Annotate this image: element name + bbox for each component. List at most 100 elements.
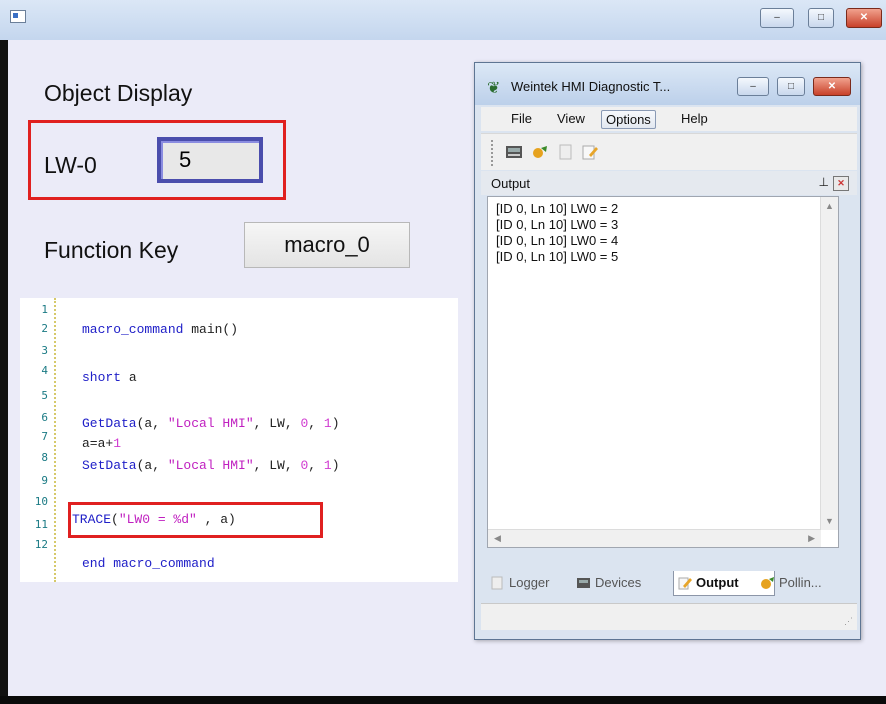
code-number: 1 — [113, 436, 122, 451]
tab-label: Devices — [595, 575, 642, 590]
code-function: GetData — [82, 416, 137, 431]
logger-icon[interactable] — [557, 144, 575, 160]
code-line-2: macro_command main() — [82, 322, 238, 337]
menu-view[interactable]: View — [553, 110, 589, 127]
menu-file[interactable]: File — [507, 110, 536, 127]
outer-window-titlebar: ‒ □ ✕ — [0, 0, 886, 41]
code-text: (a, — [136, 416, 168, 431]
devices-icon[interactable] — [505, 144, 523, 160]
diagnostic-title: Weintek HMI Diagnostic T... — [511, 79, 671, 94]
code-text: a=a+ — [82, 436, 114, 451]
code-string: "Local HMI" — [167, 458, 254, 473]
close-button[interactable]: ✕ — [846, 8, 882, 28]
menu-options[interactable]: Options — [601, 110, 656, 129]
polling-icon — [761, 577, 774, 589]
code-keyword: end macro_command — [82, 556, 215, 571]
tab-polling[interactable]: Pollin... — [757, 571, 822, 595]
resize-grip-icon[interactable]: ⋰ — [844, 616, 853, 627]
app-icon — [10, 10, 26, 23]
code-text: ) — [331, 458, 340, 473]
line-number-gutter: 1 2 3 4 5 6 7 8 9 10 11 12 — [20, 298, 56, 582]
devices-icon — [577, 578, 590, 588]
horizontal-scrollbar[interactable]: ◀ ▶ — [488, 529, 821, 547]
line-number: 12 — [34, 538, 48, 551]
code-text: main() — [183, 322, 239, 337]
line-number: 1 — [41, 303, 48, 316]
code-text: a — [121, 370, 137, 385]
code-text: , LW, — [253, 458, 301, 473]
code-line-4: short a — [82, 370, 137, 385]
scroll-down-arrow-icon[interactable]: ▼ — [825, 516, 834, 526]
code-text: , — [308, 416, 324, 431]
code-text: (a, — [136, 458, 168, 473]
line-number: 5 — [41, 389, 48, 402]
toolbar-grip[interactable] — [491, 140, 496, 166]
tab-logger[interactable]: Logger — [487, 571, 549, 595]
line-number: 7 — [41, 430, 48, 443]
diag-minimize-button[interactable]: ‒ — [737, 77, 769, 96]
menu-help[interactable]: Help — [677, 110, 712, 127]
code-number: 1 — [323, 458, 332, 473]
object-display-heading: Object Display — [44, 80, 193, 106]
menu-bar: File View Options Help — [481, 107, 857, 131]
lw-0-numeric-display[interactable]: 5 — [157, 137, 263, 183]
weintek-logo-icon: ❦ — [487, 80, 501, 97]
vertical-scrollbar[interactable]: ▲ ▼ — [820, 197, 838, 530]
output-icon — [678, 577, 692, 590]
output-line: [ID 0, Ln 10] LW0 = 3 — [496, 217, 619, 232]
diagnostic-window: ❦ Weintek HMI Diagnostic T... ‒ □ ✕ File… — [474, 62, 861, 640]
code-string: "Local HMI" — [167, 416, 254, 431]
tab-label: Logger — [509, 575, 550, 590]
code-number: 1 — [323, 416, 332, 431]
line-number: 3 — [41, 344, 48, 357]
output-line: [ID 0, Ln 10] LW0 = 5 — [496, 249, 619, 264]
diag-close-button[interactable]: ✕ — [813, 77, 851, 96]
code-text: , LW, — [253, 416, 301, 431]
line-number: 4 — [41, 364, 48, 377]
code-line-6: GetData(a, "Local HMI", LW, 0, 1) — [82, 416, 340, 431]
scroll-up-arrow-icon[interactable]: ▲ — [825, 201, 834, 211]
output-icon[interactable] — [581, 144, 599, 160]
polling-icon[interactable] — [531, 144, 549, 160]
output-panel-header: Output ⊥ ✕ — [481, 171, 857, 195]
scroll-right-arrow-icon[interactable]: ▶ — [808, 533, 815, 544]
status-bar: ⋰ — [481, 603, 857, 630]
code-text: , — [308, 458, 324, 473]
line-number: 8 — [41, 451, 48, 464]
lw-label: LW-0 — [44, 152, 97, 178]
code-line-12: end macro_command — [82, 556, 215, 571]
line-number: 2 — [41, 322, 48, 335]
logger-icon — [491, 576, 503, 590]
line-number: 6 — [41, 411, 48, 424]
code-line-7: a=a+1 — [82, 436, 121, 451]
macro-0-button[interactable]: macro_0 — [244, 222, 410, 268]
line-number: 9 — [41, 474, 48, 487]
maximize-button[interactable]: □ — [808, 8, 834, 28]
output-log[interactable]: [ID 0, Ln 10] LW0 = 2 [ID 0, Ln 10] LW0 … — [487, 196, 839, 548]
macro-code-panel: 1 2 3 4 5 6 7 8 9 10 11 12 macro_command… — [20, 298, 458, 582]
window-bottom-border — [0, 696, 886, 704]
tab-label: Pollin... — [779, 575, 822, 590]
output-line: [ID 0, Ln 10] LW0 = 2 — [496, 201, 619, 216]
minimize-button[interactable]: ‒ — [760, 8, 794, 28]
trace-highlight-box — [68, 502, 323, 538]
diagnostic-titlebar: ❦ Weintek HMI Diagnostic T... ‒ □ ✕ — [475, 63, 860, 105]
bottom-tab-strip: Logger Devices Output Pollin... — [487, 569, 857, 597]
line-number: 11 — [34, 518, 48, 531]
output-panel-title: Output — [491, 176, 531, 191]
toolbar — [481, 133, 857, 170]
tab-devices[interactable]: Devices — [573, 571, 641, 595]
output-line: [ID 0, Ln 10] LW0 = 4 — [496, 233, 619, 248]
code-function: SetData — [82, 458, 137, 473]
diag-maximize-button[interactable]: □ — [777, 77, 805, 96]
code-text: ) — [331, 416, 340, 431]
function-key-label: Function Key — [44, 237, 179, 263]
tab-label: Output — [696, 575, 739, 590]
pin-icon[interactable]: ⊥ — [819, 175, 829, 189]
panel-close-icon[interactable]: ✕ — [833, 176, 849, 191]
code-keyword: macro_command — [82, 322, 184, 337]
code-keyword: short — [82, 370, 122, 385]
line-number: 10 — [34, 495, 48, 508]
scroll-left-arrow-icon[interactable]: ◀ — [494, 533, 501, 544]
code-line-8: SetData(a, "Local HMI", LW, 0, 1) — [82, 458, 340, 473]
